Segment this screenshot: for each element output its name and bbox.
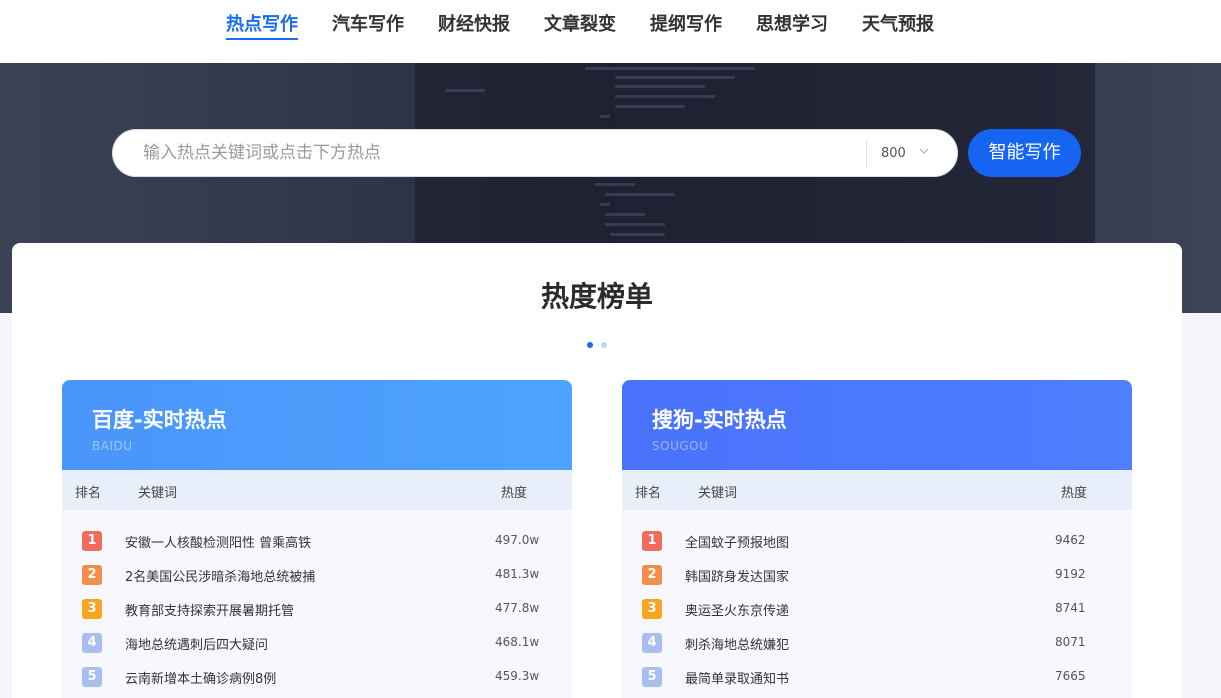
table-row[interactable]: 1 安徽一人核酸检测阳性 曾乘高铁 497.0w <box>62 523 572 557</box>
table-row[interactable]: 4 海地总统遇刺后四大疑问 468.1w <box>62 625 572 659</box>
hot-keyword[interactable]: 奥运圣火东京传递 <box>685 600 789 619</box>
table-row[interactable]: 2 2名美国公民涉暗杀海地总统被捕 481.3w <box>62 557 572 591</box>
top-navigation: 热点写作 汽车写作 财经快报 文章裂变 提纲写作 思想学习 天气预报 <box>0 0 1221 63</box>
column-rank: 排名 <box>75 486 102 501</box>
sougou-panel-header: 搜狗-实时热点 SOUGOU <box>622 380 1132 470</box>
nav-tab-outline-writing[interactable]: 提纲写作 <box>650 12 722 38</box>
rank-badge: 2 <box>82 565 102 585</box>
chevron-down-icon <box>919 148 929 154</box>
heat-value: 9462 <box>1055 533 1086 547</box>
rank-badge: 5 <box>82 667 102 687</box>
rank-badge: 4 <box>82 633 102 653</box>
rank-badge: 4 <box>642 633 662 653</box>
nav-tab-thought-learning[interactable]: 思想学习 <box>756 12 828 38</box>
hot-keyword[interactable]: 云南新增本土确诊病例8例 <box>125 668 276 687</box>
nav-tab-weather-forecast[interactable]: 天气预报 <box>862 12 934 38</box>
hot-keyword[interactable]: 全国蚊子预报地图 <box>685 532 789 551</box>
column-keyword: 关键词 <box>698 486 738 501</box>
heat-value: 8741 <box>1055 601 1086 615</box>
sougou-panel-title: 搜狗-实时热点 <box>652 408 787 432</box>
column-rank: 排名 <box>635 486 662 501</box>
column-keyword: 关键词 <box>138 486 178 501</box>
heat-value: 8071 <box>1055 635 1086 649</box>
sougou-column-headers: 排名 关键词 热度 <box>622 470 1132 510</box>
word-count-select[interactable]: 800 <box>881 142 941 166</box>
rank-badge: 1 <box>642 531 662 551</box>
search-box: 800 <box>112 129 958 177</box>
table-row[interactable]: 1 全国蚊子预报地图 9462 <box>622 523 1132 557</box>
nav-tab-auto-writing[interactable]: 汽车写作 <box>332 12 404 38</box>
carousel-dot-1[interactable] <box>587 342 593 348</box>
hot-keyword[interactable]: 刺杀海地总统嫌犯 <box>685 634 789 653</box>
carousel-dot-2[interactable] <box>601 342 607 348</box>
search-input[interactable] <box>143 138 843 168</box>
rank-badge: 2 <box>642 565 662 585</box>
ranking-title: 热度榜单 <box>540 280 653 313</box>
hot-keyword[interactable]: 最简单录取通知书 <box>685 668 789 687</box>
hot-keyword[interactable]: 安徽一人核酸检测阳性 曾乘高铁 <box>125 532 311 551</box>
search-divider <box>866 140 867 168</box>
table-row[interactable]: 5 最简单录取通知书 7665 <box>622 659 1132 693</box>
table-row[interactable]: 2 韩国跻身发达国家 9192 <box>622 557 1132 591</box>
heat-value: 9192 <box>1055 567 1086 581</box>
word-count-value: 800 <box>881 146 906 161</box>
heat-value: 481.3w <box>495 567 540 581</box>
table-row[interactable]: 3 教育部支持探索开展暑期托管 477.8w <box>62 591 572 625</box>
rank-badge: 3 <box>82 599 102 619</box>
hot-keyword[interactable]: 2名美国公民涉暗杀海地总统被捕 <box>125 566 315 585</box>
sougou-panel-subtitle: SOUGOU <box>652 439 709 453</box>
heat-value: 459.3w <box>495 669 540 683</box>
baidu-panel-title: 百度-实时热点 <box>92 408 227 432</box>
rank-badge: 5 <box>642 667 662 687</box>
table-row[interactable]: 3 奥运圣火东京传递 8741 <box>622 591 1132 625</box>
sougou-hot-panel: 搜狗-实时热点 SOUGOU 排名 关键词 热度 1 全国蚊子预报地图 9462… <box>622 380 1132 698</box>
hot-keyword[interactable]: 韩国跻身发达国家 <box>685 566 789 585</box>
nav-tab-hotspot-writing[interactable]: 热点写作 <box>226 12 298 40</box>
nav-tab-finance-news[interactable]: 财经快报 <box>438 12 510 38</box>
table-row[interactable]: 5 云南新增本土确诊病例8例 459.3w <box>62 659 572 693</box>
column-heat: 热度 <box>1061 486 1088 501</box>
baidu-hot-panel: 百度-实时热点 BAIDU 排名 关键词 热度 1 安徽一人核酸检测阳性 曾乘高… <box>62 380 572 698</box>
rank-badge: 3 <box>642 599 662 619</box>
hot-keyword[interactable]: 海地总统遇刺后四大疑问 <box>125 634 268 653</box>
ranking-card: 热度榜单 百度-实时热点 BAIDU 排名 关键词 热度 1 安徽一人核酸检测阳… <box>12 243 1182 698</box>
hot-keyword[interactable]: 教育部支持探索开展暑期托管 <box>125 600 294 619</box>
table-row[interactable]: 4 刺杀海地总统嫌犯 8071 <box>622 625 1132 659</box>
column-heat: 热度 <box>501 486 528 501</box>
heat-value: 468.1w <box>495 635 540 649</box>
smart-write-button[interactable]: 智能写作 <box>968 129 1081 177</box>
heat-value: 7665 <box>1055 669 1086 683</box>
rank-badge: 1 <box>82 531 102 551</box>
heat-value: 497.0w <box>495 533 540 547</box>
baidu-column-headers: 排名 关键词 热度 <box>62 470 572 510</box>
nav-tab-article-fission[interactable]: 文章裂变 <box>544 12 616 38</box>
heat-value: 477.8w <box>495 601 540 615</box>
baidu-panel-subtitle: BAIDU <box>92 439 133 453</box>
baidu-panel-header: 百度-实时热点 BAIDU <box>62 380 572 470</box>
